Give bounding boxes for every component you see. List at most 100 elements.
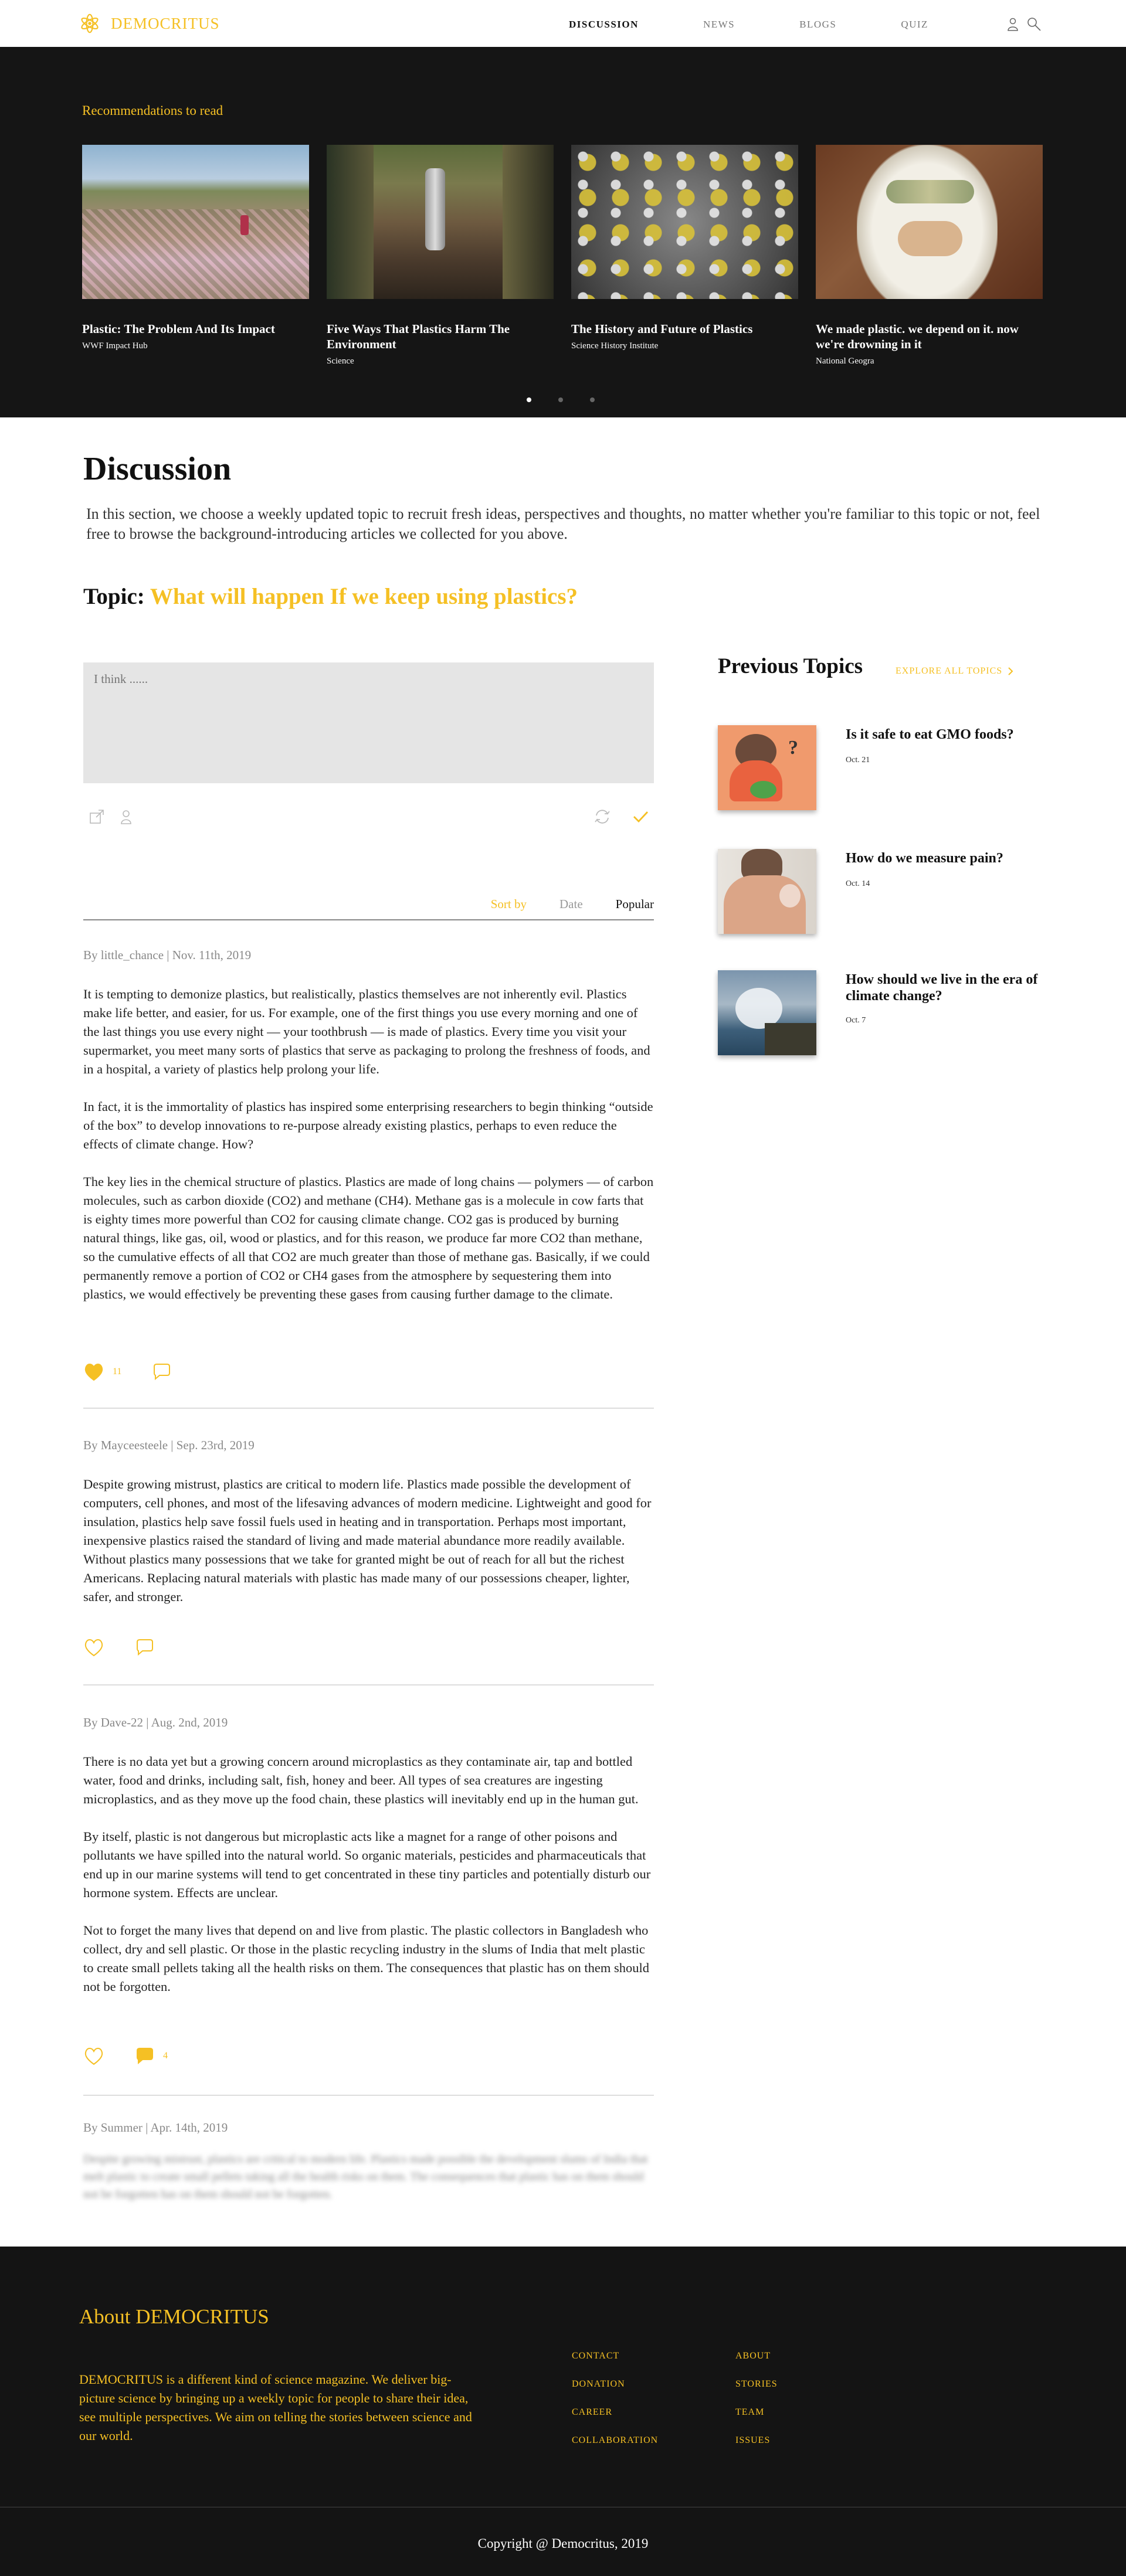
anonymous-user-icon[interactable] <box>117 808 135 828</box>
rec-image-bottle-street <box>327 145 554 299</box>
comment-author: By Dave-22 | Aug. 2nd, 2019 <box>83 1715 228 1729</box>
footer-link-about[interactable]: ABOUT <box>735 2351 771 2361</box>
comment: By little_chance | Nov. 11th, 2019 It is… <box>83 948 654 1409</box>
like-button[interactable] <box>83 2046 104 2066</box>
comment-paragraph: The key lies in the chemical structure o… <box>83 1174 654 1301</box>
user-icon[interactable] <box>1005 16 1020 32</box>
explore-label: EXPLORE ALL TOPICS <box>896 666 1003 676</box>
comment-paragraph: Despite growing mistrust, plastics are c… <box>83 1477 652 1604</box>
comment-bubble-icon <box>154 1364 171 1381</box>
footer-link-team[interactable]: TEAM <box>735 2407 764 2418</box>
rec-card[interactable]: Five Ways That Plastics Harm The Environ… <box>327 145 554 366</box>
rec-title: Five Ways That Plastics Harm The Environ… <box>327 322 510 351</box>
footer-link-career[interactable]: CAREER <box>572 2407 612 2418</box>
rec-card[interactable]: The History and Future of Plastics Scien… <box>571 145 798 351</box>
comment-paragraph: Not to forget the many lives that depend… <box>83 1923 649 1994</box>
carousel-dots <box>527 397 595 402</box>
share-icon[interactable] <box>88 808 106 828</box>
rec-source: Science History Institute <box>571 341 659 351</box>
sort-label: Sort by <box>490 897 527 911</box>
comment-actions: 11 <box>83 1362 201 1382</box>
like-button[interactable] <box>83 1637 104 1657</box>
page-title: Discussion <box>83 451 232 487</box>
previous-topic-item[interactable]: How should we live in the era of climate… <box>718 970 1046 1058</box>
reply-button[interactable]: 4 <box>134 2046 168 2066</box>
atom-logo-icon <box>81 13 99 33</box>
discussion-description: In this section, we choose a weekly upda… <box>86 505 1040 542</box>
topic-title: How should we live in the era of climate… <box>846 972 1038 1004</box>
sort-bar: Sort by Date Popular <box>83 897 654 920</box>
sort-option-popular[interactable]: Popular <box>616 897 654 912</box>
opinion-input[interactable] <box>83 662 654 783</box>
recommendations-heading: Recommendations to read <box>82 103 223 118</box>
chevron-right-icon <box>1008 667 1013 675</box>
submit-check-icon[interactable] <box>632 808 649 828</box>
topic-date: Oct. 14 <box>846 879 870 888</box>
rec-title: Plastic: The Problem And Its Impact <box>82 322 275 336</box>
comment-body-preview: Despite growing mistrust, plastics are c… <box>83 2150 654 2203</box>
about-text: DEMOCRITUS is a different kind of scienc… <box>79 2372 472 2443</box>
footer-link-collaboration[interactable]: COLLABORATION <box>572 2435 658 2446</box>
reply-count: 4 <box>163 2051 168 2061</box>
carousel-dot[interactable] <box>527 397 531 402</box>
explore-all-topics-link[interactable]: EXPLORE ALL TOPICS <box>896 666 1014 677</box>
comment-divider <box>83 2095 654 2096</box>
rec-image-landfill <box>82 145 309 299</box>
search-icon[interactable] <box>1026 16 1042 32</box>
carousel-dot[interactable] <box>558 397 563 402</box>
rec-source: National Geogra <box>816 356 874 366</box>
footer-link-donation[interactable]: DONATION <box>572 2379 625 2390</box>
rec-title: We made plastic. we depend on it. now we… <box>816 322 1019 351</box>
comment-bubble-icon <box>137 1639 153 1656</box>
rec-source: Science <box>327 356 354 366</box>
topic-title: Is it safe to eat GMO foods? <box>846 727 1014 742</box>
previous-topic-item[interactable]: ? Is it safe to eat GMO foods? Oct. 21 <box>718 725 1046 813</box>
comment-divider <box>83 1408 654 1409</box>
reply-button[interactable] <box>134 1637 155 1657</box>
like-button[interactable]: 11 <box>83 1362 121 1382</box>
site-logo[interactable]: DEMOCRITUS <box>79 13 220 34</box>
comment-author: By Mayceesteele | Sep. 23rd, 2019 <box>83 1438 255 1452</box>
rec-source: WWF Impact Hub <box>82 341 148 351</box>
comment-paragraph: It is tempting to demonize plastics, but… <box>83 987 650 1076</box>
rec-card[interactable]: Plastic: The Problem And Its Impact WWF … <box>82 145 309 351</box>
rec-image-bottles <box>571 145 798 299</box>
comment-paragraph: In fact, it is the immortality of plasti… <box>83 1099 653 1151</box>
comment-paragraph: There is no data yet but a growing conce… <box>83 1754 639 1806</box>
nav-discussion[interactable]: DISCUSSION <box>569 19 639 30</box>
footer-link-issues[interactable]: ISSUES <box>735 2435 770 2446</box>
comment-actions <box>83 1637 184 1657</box>
main-nav: DISCUSSION NEWS BLOGS QUIZ <box>569 19 993 30</box>
carousel-dot[interactable] <box>590 397 595 402</box>
recommendations-section: Recommendations to read Plastic: The Pro… <box>0 47 1126 417</box>
nav-news[interactable]: NEWS <box>703 19 735 30</box>
site-footer: About DEMOCRITUS DEMOCRITUS is a differe… <box>0 2247 1126 2576</box>
topic-date: Oct. 21 <box>846 756 870 764</box>
sort-option-date[interactable]: Date <box>559 897 583 912</box>
footer-link-contact[interactable]: CONTACT <box>572 2351 619 2361</box>
site-header: DEMOCRITUS DISCUSSION NEWS BLOGS QUIZ <box>0 0 1126 47</box>
comment: By Summer | Apr. 14th, 2019 Despite grow… <box>83 2120 654 2222</box>
input-toolbar <box>83 808 654 829</box>
comment-actions: 4 <box>83 2046 197 2066</box>
reply-button[interactable] <box>151 1362 172 1382</box>
comment-author: By little_chance | Nov. 11th, 2019 <box>83 948 252 962</box>
heart-icon <box>84 1639 103 1657</box>
copyright-text: Copyright @ Democritus, 2019 <box>477 2536 649 2551</box>
refresh-icon[interactable] <box>593 808 611 828</box>
comment-paragraph: Despite growing mistrust, plastics are c… <box>83 2153 648 2201</box>
previous-topic-item[interactable]: How do we measure pain? Oct. 14 <box>718 849 1046 937</box>
comment-body: It is tempting to demonize plastics, but… <box>83 985 654 1304</box>
rec-card[interactable]: We made plastic. we depend on it. now we… <box>816 145 1043 366</box>
topic-heading: Topic: What will happen If we keep using… <box>83 583 578 610</box>
comment-bubble-icon <box>137 2048 153 2065</box>
heart-icon <box>84 1364 103 1381</box>
like-count: 11 <box>113 1367 122 1377</box>
footer-link-stories[interactable]: STORIES <box>735 2379 778 2390</box>
topic-image-pain <box>718 849 816 934</box>
nav-blogs[interactable]: BLOGS <box>799 19 836 30</box>
topic-date: Oct. 7 <box>846 1016 866 1025</box>
heart-icon <box>84 2048 103 2065</box>
topic-image-gmo: ? <box>718 725 816 810</box>
nav-quiz[interactable]: QUIZ <box>901 19 928 30</box>
